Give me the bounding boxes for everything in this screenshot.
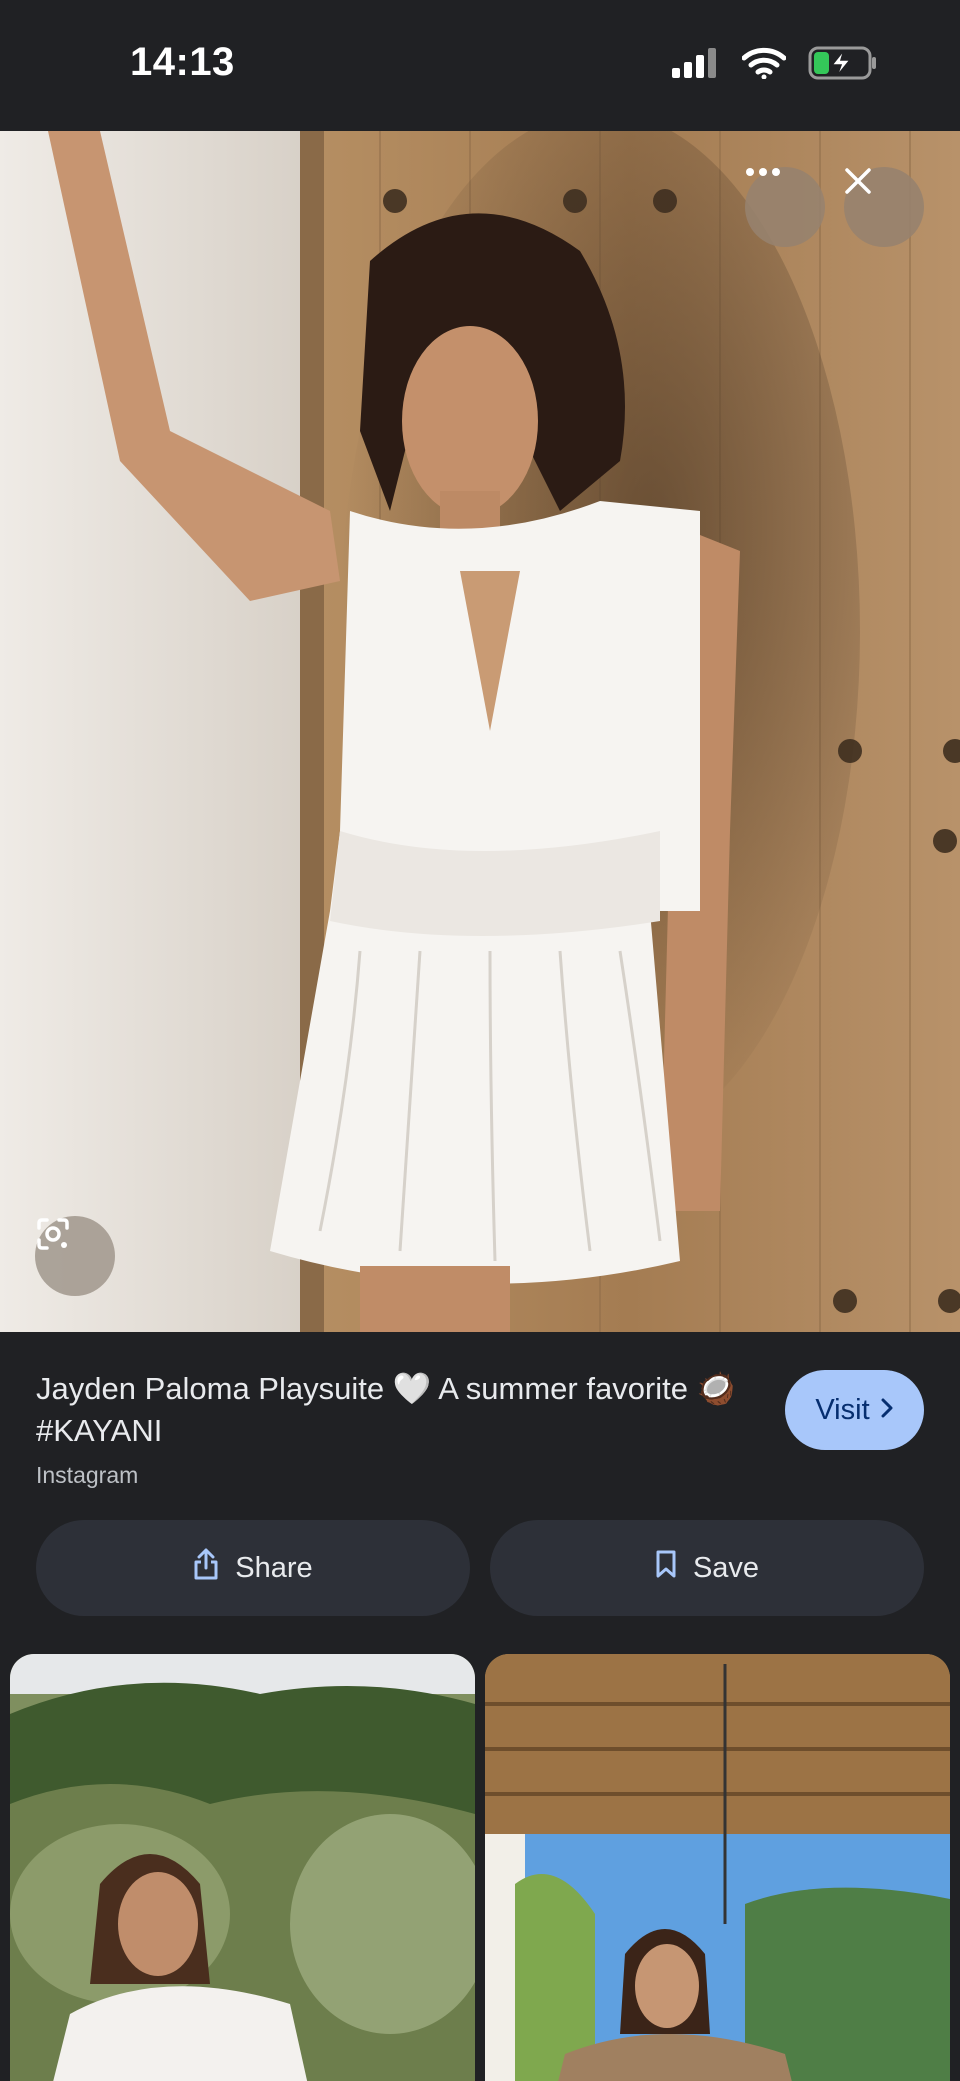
visit-label: Visit <box>815 1393 870 1426</box>
visit-button[interactable]: Visit <box>785 1370 924 1450</box>
save-button[interactable]: Save <box>490 1520 924 1616</box>
share-label: Share <box>235 1551 313 1584</box>
hero-image[interactable] <box>0 131 960 1332</box>
result-source[interactable]: Instagram <box>36 1462 138 1489</box>
related-result-thumbnail[interactable] <box>10 1654 475 2081</box>
result-title[interactable]: Jayden Paloma Playsuite 🤍 A summer favor… <box>36 1368 776 1452</box>
status-icons <box>672 46 878 85</box>
more-options-button[interactable] <box>745 167 825 247</box>
status-bar: 14:13 <box>0 0 960 131</box>
bookmark-icon <box>655 1549 677 1587</box>
signal-icon <box>672 48 720 83</box>
wifi-icon <box>741 47 787 84</box>
close-button[interactable] <box>844 167 924 247</box>
lens-search-button[interactable] <box>35 1216 115 1296</box>
related-image-right <box>485 1654 950 2081</box>
status-time: 14:13 <box>130 40 235 84</box>
related-image-left <box>10 1654 475 2081</box>
result-info-panel: Jayden Paloma Playsuite 🤍 A summer favor… <box>0 1332 960 2081</box>
save-label: Save <box>692 1551 760 1584</box>
hero-photo <box>0 131 960 1332</box>
share-icon <box>193 1548 219 1588</box>
battery-charging-icon <box>808 46 878 85</box>
related-result-thumbnail[interactable] <box>485 1654 950 2081</box>
share-button[interactable]: Share <box>36 1520 470 1616</box>
chevron-right-icon <box>880 1394 894 1427</box>
